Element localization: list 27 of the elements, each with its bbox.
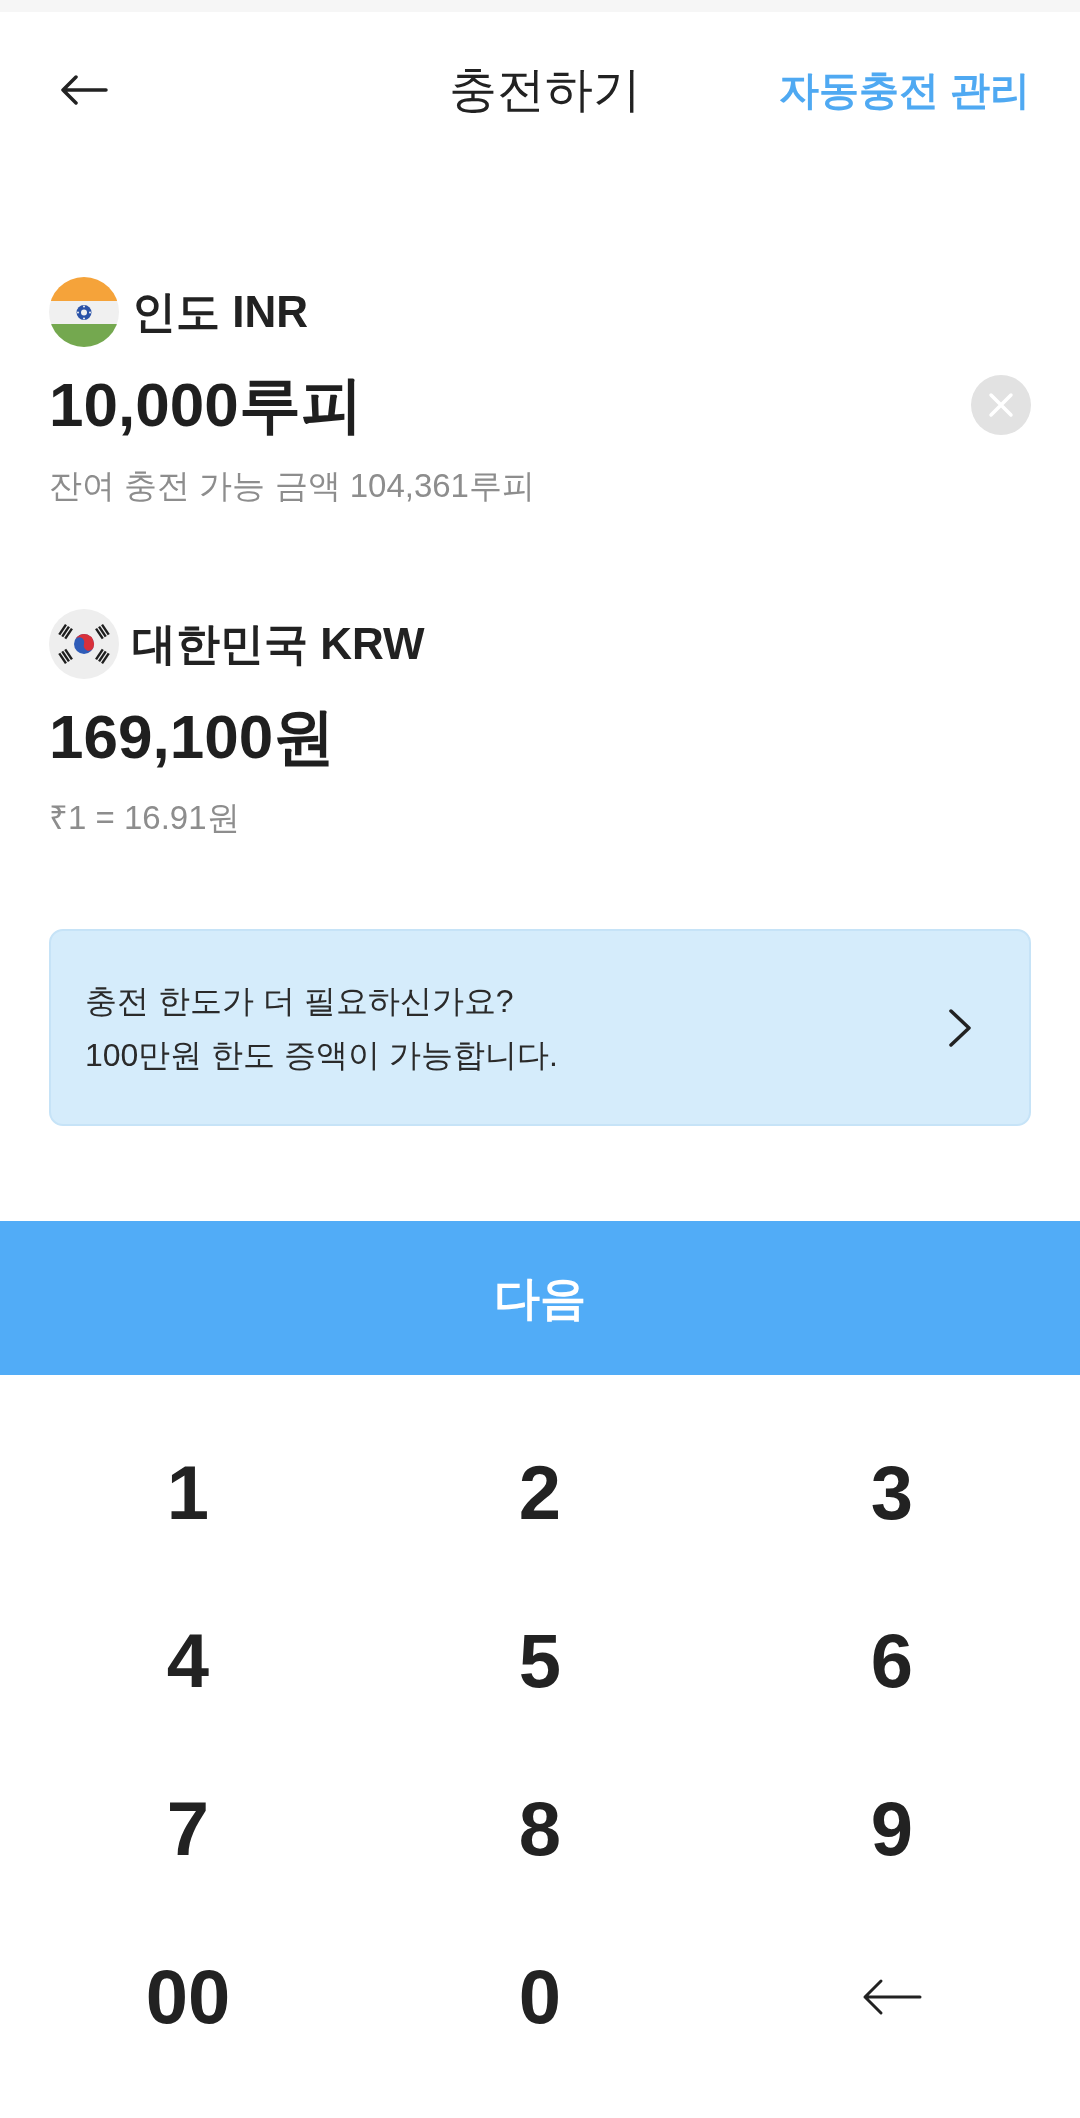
backspace-key[interactable] (862, 1978, 922, 2016)
amount-note: 잔여 충전 가능 금액 104,361루피 (49, 466, 536, 506)
keypad-key[interactable]: 5 (518, 1619, 562, 1703)
clear-icon (971, 375, 1031, 435)
keypad-key[interactable]: 7 (166, 1787, 210, 1871)
amount-note: ₹1 = 16.91원 (49, 798, 241, 838)
keypad-key[interactable]: 3 (870, 1451, 914, 1535)
back-arrow-icon (60, 75, 108, 105)
limit-increase-banner[interactable]: 충전 한도가 더 필요하신가요? 100만원 한도 증액이 가능합니다. (49, 929, 1031, 1126)
currency-name: 대한민국 KRW (132, 618, 425, 670)
amount-value: 10,000루피 (49, 369, 363, 441)
keypad-key[interactable]: 4 (166, 1619, 210, 1703)
backspace-icon (862, 1978, 922, 2016)
keypad-key[interactable]: 2 (518, 1451, 562, 1535)
keypad-key[interactable]: 8 (518, 1787, 562, 1871)
back-button[interactable] (60, 75, 108, 105)
keypad-key[interactable]: 6 (870, 1619, 914, 1703)
flag-icon (49, 609, 119, 679)
currency-name: 인도 INR (132, 286, 308, 338)
keypad-key[interactable]: 0 (518, 1955, 562, 2039)
chevron-right-icon (948, 1007, 972, 1048)
keypad-key[interactable]: 1 (166, 1451, 210, 1535)
keypad-key[interactable]: 00 (145, 1955, 231, 2039)
amount-value: 169,100원 (49, 701, 336, 773)
flag-icon (49, 277, 119, 347)
page-title: 충전하기 (449, 62, 641, 118)
keypad-key[interactable]: 9 (870, 1787, 914, 1871)
